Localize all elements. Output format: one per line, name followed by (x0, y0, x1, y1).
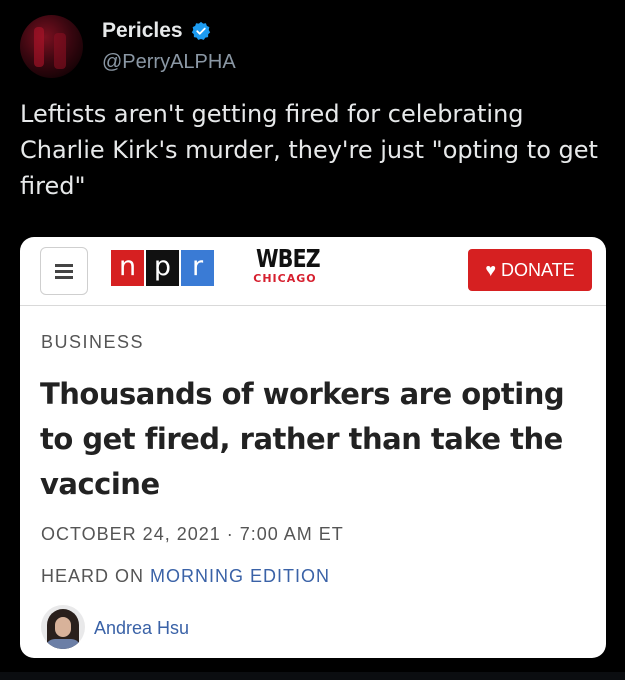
article-headline[interactable]: Thousands of workers are opting to get f… (40, 372, 595, 507)
program-link[interactable]: MORNING EDITION (150, 566, 330, 586)
station-name: WBEZ (256, 244, 321, 273)
heard-on-prefix: HEARD ON (41, 566, 151, 586)
npr-logo-letter-p: p (146, 250, 179, 286)
menu-icon[interactable] (40, 247, 88, 295)
user-handle[interactable]: @PerryALPHA (102, 51, 236, 74)
article-card[interactable]: n p r WBEZ CHICAGO ♥ DONATE BUSINESS Tho… (20, 237, 606, 658)
heard-on-line: HEARD ON MORNING EDITION (41, 566, 330, 587)
npr-logo-letter-n: n (111, 250, 144, 286)
article-header-bar: n p r WBEZ CHICAGO ♥ DONATE (20, 237, 606, 306)
npr-logo-letter-r: r (181, 250, 214, 286)
user-avatar[interactable] (20, 15, 83, 78)
display-name[interactable]: Pericles (102, 19, 183, 42)
donate-button[interactable]: ♥ DONATE (468, 249, 592, 291)
npr-logo[interactable]: n p r (111, 250, 216, 286)
heart-icon: ♥ (485, 260, 496, 280)
article-date: OCTOBER 24, 2021 · 7:00 AM ET (41, 524, 344, 544)
verified-badge-icon (191, 21, 211, 41)
author-link[interactable]: Andrea Hsu (94, 618, 189, 639)
tweet-text: Leftists aren't getting fired for celebr… (20, 100, 598, 200)
bottom-divider (0, 672, 625, 680)
station-city: CHICAGO (253, 272, 317, 285)
donate-label: DONATE (501, 260, 575, 280)
name-row: Pericles (102, 19, 211, 43)
article-category[interactable]: BUSINESS (41, 332, 144, 353)
author-avatar[interactable] (41, 605, 85, 649)
station-logo[interactable]: WBEZ CHICAGO (253, 244, 334, 286)
